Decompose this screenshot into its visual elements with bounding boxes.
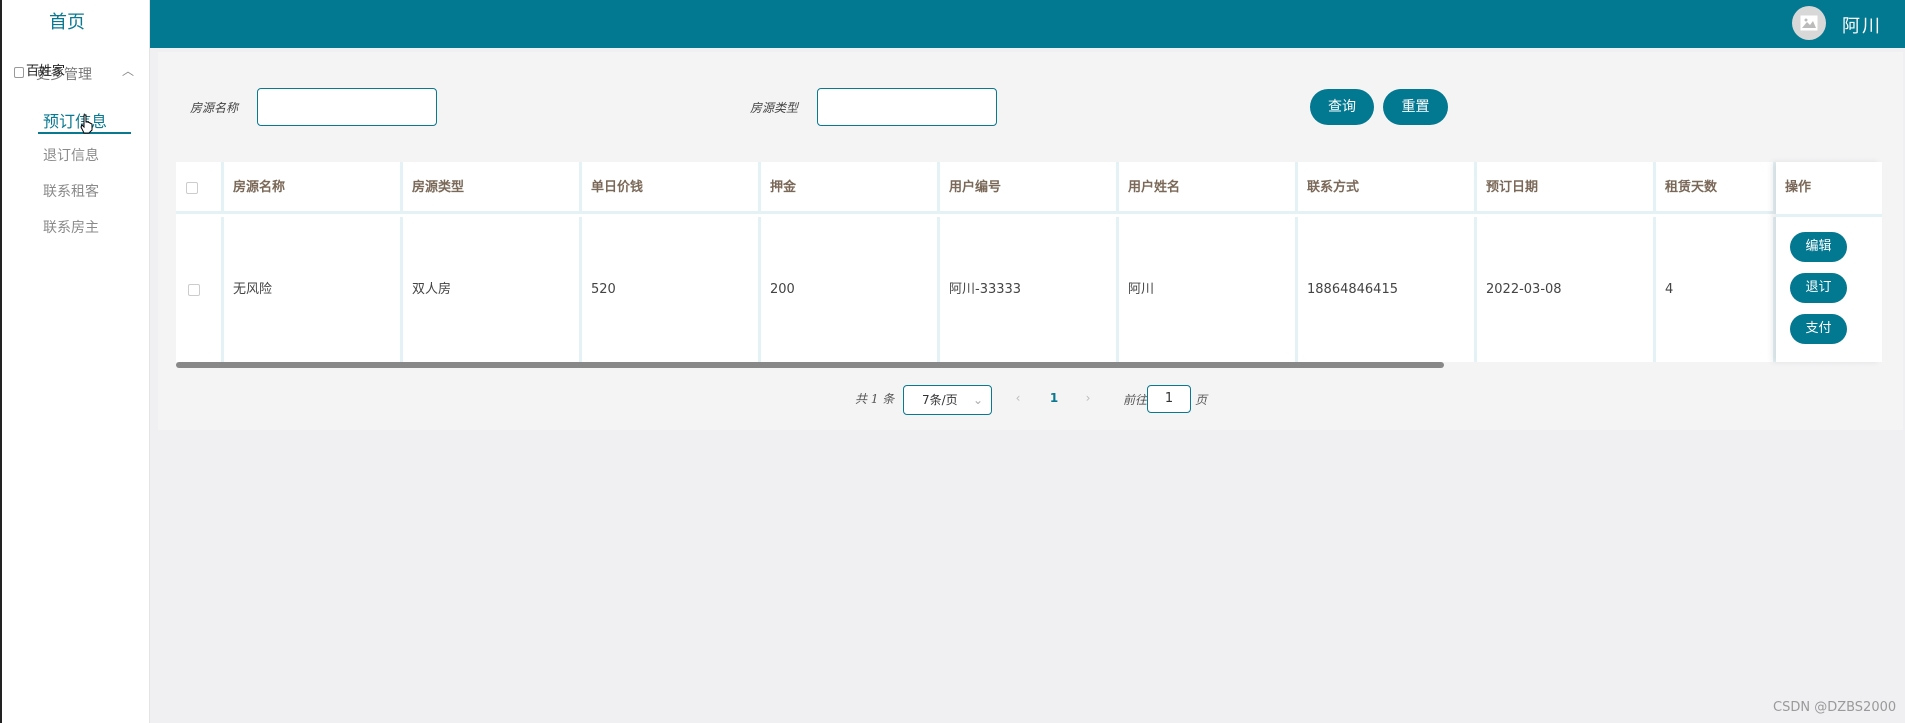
row-checkbox[interactable] bbox=[188, 284, 200, 296]
col-header[interactable]: 房源类型 bbox=[403, 162, 582, 214]
reset-button[interactable]: 重置 bbox=[1383, 89, 1448, 125]
menu-icon bbox=[14, 67, 24, 78]
name-filter-label: 房源名称 bbox=[190, 101, 239, 115]
sidebar-item-unsubscribe[interactable]: 退订信息 bbox=[43, 145, 99, 165]
goto-label: 前往 bbox=[1123, 393, 1148, 407]
col-header[interactable]: 房源名称 bbox=[224, 162, 403, 214]
chevron-up-icon: ︿ bbox=[122, 64, 135, 78]
sidebar-item-contact-owner[interactable]: 联系房主 bbox=[43, 217, 99, 237]
sidebar-overlay-text: 百姓家 bbox=[26, 64, 66, 79]
watermark: CSDN @DZBS2000 bbox=[1773, 700, 1897, 715]
page-suffix: 页 bbox=[1195, 393, 1208, 407]
goto-page-input[interactable]: 1 bbox=[1147, 385, 1191, 413]
edit-button[interactable]: 编辑 bbox=[1790, 232, 1847, 262]
page-size-value: 7条/页 bbox=[922, 393, 958, 407]
username[interactable]: 阿川 bbox=[1842, 12, 1882, 38]
table-cell: 200 bbox=[761, 217, 940, 362]
operations-column: 操作 编辑 退订 支付 bbox=[1776, 162, 1882, 362]
header-divider bbox=[1776, 214, 1882, 217]
table-cell: 阿川 bbox=[1119, 217, 1298, 362]
select-all-checkbox[interactable] bbox=[186, 182, 198, 194]
select-all-cell bbox=[176, 162, 224, 214]
prev-page-button[interactable]: ‹ bbox=[1005, 385, 1031, 411]
chevron-down-icon: ⌄ bbox=[972, 393, 983, 407]
hand-cursor-icon bbox=[80, 114, 93, 134]
table-cell: 4 bbox=[1656, 217, 1776, 362]
col-header[interactable]: 用户姓名 bbox=[1119, 162, 1298, 214]
current-page[interactable]: 1 bbox=[1038, 385, 1070, 411]
pay-button[interactable]: 支付 bbox=[1790, 314, 1847, 344]
query-button[interactable]: 查询 bbox=[1310, 89, 1374, 125]
table-cell: 520 bbox=[582, 217, 761, 362]
type-filter-label: 房源类型 bbox=[750, 101, 799, 115]
next-page-button[interactable]: › bbox=[1075, 385, 1101, 411]
sidebar-home[interactable]: 首页 bbox=[2, 8, 132, 34]
table-cell: 18864846415 bbox=[1298, 217, 1477, 362]
table-cell: 双人房 bbox=[403, 217, 582, 362]
col-header[interactable]: 预订日期 bbox=[1477, 162, 1656, 214]
table-cell: 2022-03-08 bbox=[1477, 217, 1656, 362]
sidebar-item-contact-tenant[interactable]: 联系租客 bbox=[43, 181, 99, 201]
top-header: 阿川 bbox=[150, 0, 1905, 48]
data-table: 房源名称 房源类型 单日价钱 押金 用户编号 用户姓名 联系方式 预订日期 租赁… bbox=[176, 162, 1882, 362]
sidebar: 首页 更多管理 ︿ 百姓家 预订信息 退订信息 联系租客 联系房主 bbox=[0, 0, 150, 723]
col-header[interactable]: 单日价钱 bbox=[582, 162, 761, 214]
col-header-operations: 操作 bbox=[1785, 180, 1812, 195]
image-icon bbox=[1800, 15, 1818, 31]
row-select-cell bbox=[176, 217, 224, 362]
horizontal-scrollbar[interactable] bbox=[176, 362, 1444, 368]
col-header[interactable]: 租赁天数 bbox=[1656, 162, 1776, 214]
total-count: 共 1 条 bbox=[855, 392, 895, 406]
user-avatar[interactable] bbox=[1792, 6, 1826, 40]
sidebar-item-booking[interactable]: 预订信息 bbox=[43, 108, 107, 132]
table-cell: 阿川-33333 bbox=[940, 217, 1119, 362]
page-size-select[interactable]: 7条/页 ⌄ bbox=[903, 385, 992, 415]
col-header[interactable]: 押金 bbox=[761, 162, 940, 214]
type-filter-input[interactable] bbox=[817, 88, 997, 126]
unsubscribe-button[interactable]: 退订 bbox=[1790, 273, 1847, 303]
name-filter-input[interactable] bbox=[257, 88, 437, 126]
table-cell: 无风险 bbox=[224, 217, 403, 362]
col-header[interactable]: 用户编号 bbox=[940, 162, 1119, 214]
col-header[interactable]: 联系方式 bbox=[1298, 162, 1477, 214]
